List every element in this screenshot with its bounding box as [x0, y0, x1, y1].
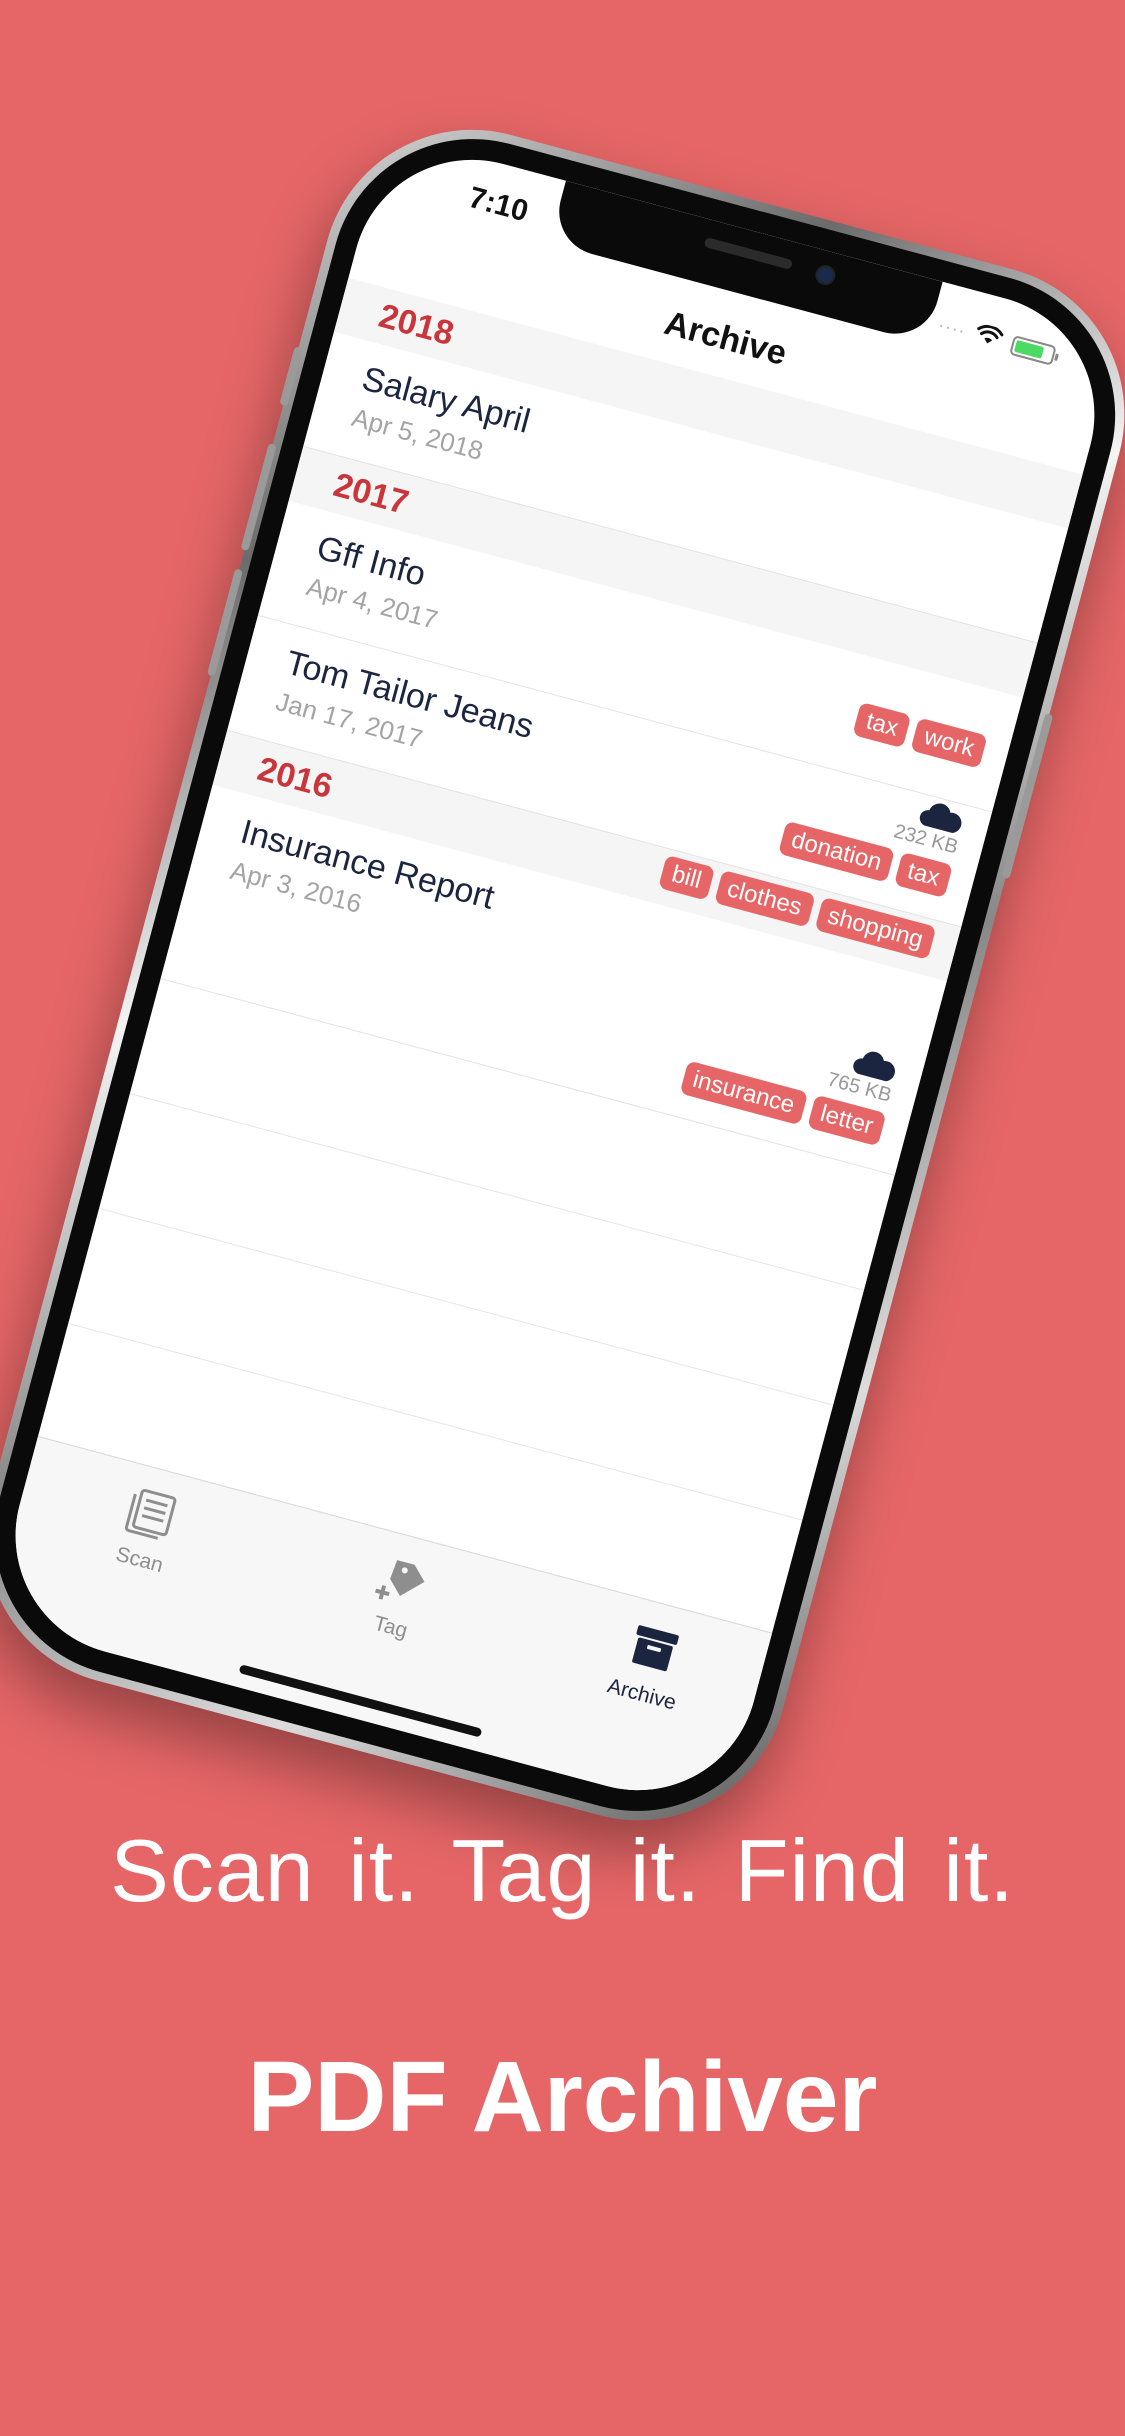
tag-list: tax work — [852, 702, 988, 769]
tab-tag[interactable]: Tag — [300, 1532, 496, 1663]
status-icons: ···· — [935, 313, 1057, 368]
screenshot-stage: 7:10 ···· Archive 2018 Salary April Apr … — [0, 0, 1125, 2436]
tag-badge[interactable]: insurance — [679, 1060, 808, 1126]
marketing-tagline: Scan it. Tag it. Find it. — [110, 1821, 1015, 1920]
tag-badge[interactable]: work — [910, 717, 988, 769]
app-name: PDF Archiver — [247, 2041, 878, 2153]
cloud-size-group: 232 KB — [891, 793, 968, 859]
tag-badge[interactable]: tax — [852, 702, 912, 749]
row-meta: 765 KB insurance letter — [679, 1005, 902, 1147]
front-camera — [813, 262, 838, 288]
tag-badge[interactable]: tax — [893, 851, 953, 899]
tab-scan[interactable]: Scan — [49, 1465, 245, 1596]
speaker-grille — [703, 236, 794, 270]
tab-archive[interactable]: Archive — [552, 1599, 748, 1730]
row-meta: tax work — [852, 702, 988, 769]
wifi-icon — [972, 322, 1006, 353]
status-time: 7:10 — [465, 180, 532, 229]
cloud-size-group: 765 KB — [825, 1041, 902, 1107]
archive-list[interactable]: 2018 Salary April Apr 5, 2018 2017 Gff I… — [37, 277, 1083, 1636]
battery-icon — [1009, 334, 1057, 366]
signal-icon: ···· — [935, 314, 969, 341]
phone-mockup: 7:10 ···· Archive 2018 Salary April Apr … — [0, 96, 1125, 1854]
tag-badge[interactable]: donation — [777, 820, 895, 883]
